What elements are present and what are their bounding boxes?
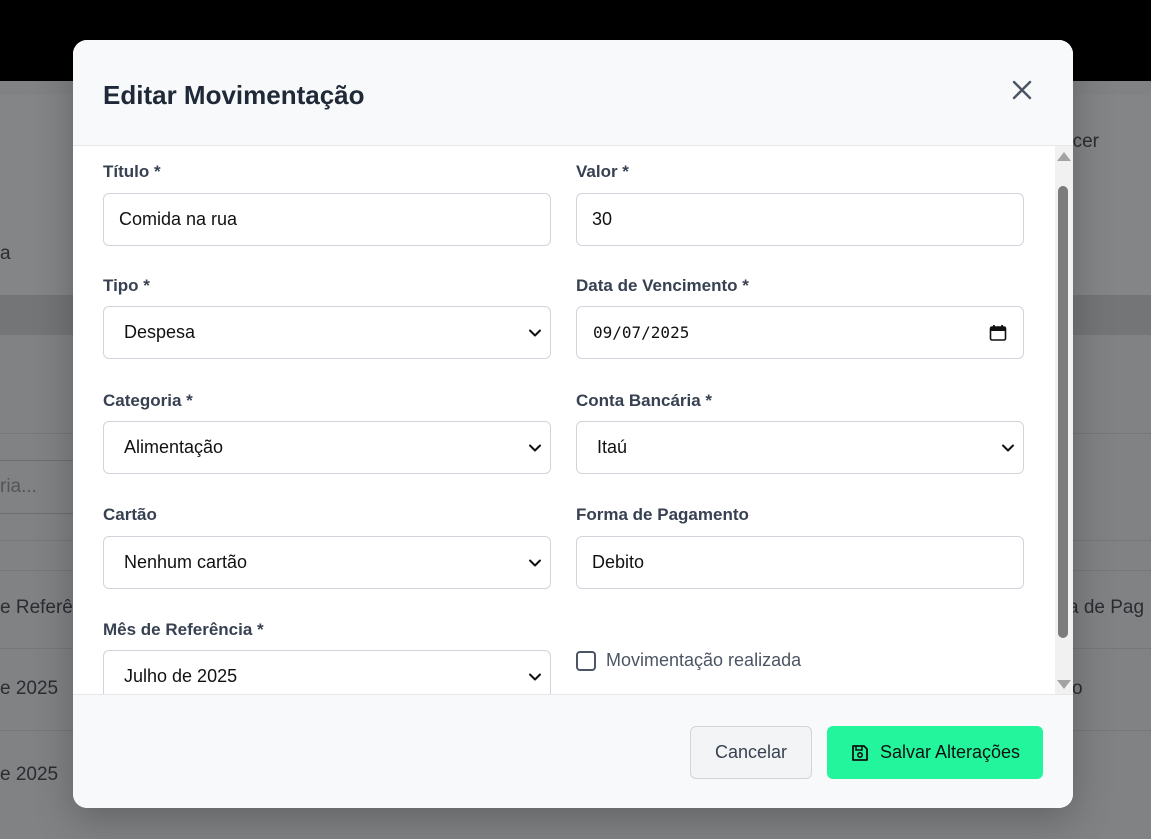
data-vencimento-input[interactable]: 09/07/2025 <box>576 306 1024 359</box>
chevron-down-icon <box>529 329 541 337</box>
modal-title: Editar Movimentação <box>103 80 365 110</box>
data-vencimento-value: 09/07/2025 <box>593 323 690 342</box>
chevron-down-icon <box>529 673 541 681</box>
field-categoria: Categoria * Alimentação <box>103 391 551 474</box>
background-search-placeholder: ria... <box>0 476 37 497</box>
mes-referencia-select[interactable]: Julho de 2025 <box>103 650 551 694</box>
chevron-down-icon <box>529 444 541 452</box>
save-button-label: Salvar Alterações <box>879 742 1021 762</box>
save-button[interactable]: Salvar Alterações <box>827 726 1043 779</box>
cartao-value: Nenhum cartão <box>124 552 248 572</box>
field-cartao: Cartão Nenhum cartão <box>103 505 551 589</box>
conta-bancaria-label: Conta Bancária * <box>576 391 713 410</box>
field-forma-pagamento: Forma de Pagamento Debito <box>576 505 1024 589</box>
movimentacao-realizada-checkbox[interactable] <box>576 650 596 671</box>
edit-transaction-modal: Editar Movimentação Título * Comida na r… <box>73 40 1073 808</box>
valor-label: Valor * <box>576 162 629 181</box>
conta-bancaria-value: Itaú <box>597 437 628 457</box>
field-tipo: Tipo * Despesa <box>103 276 551 359</box>
background-column-header: e Referên <box>0 597 84 618</box>
titulo-input[interactable]: Comida na rua <box>103 193 551 246</box>
titulo-value: Comida na rua <box>119 209 238 229</box>
field-data-vencimento: Data de Vencimento * 09/07/2025 <box>576 276 1024 359</box>
tipo-select[interactable]: Despesa <box>103 306 551 359</box>
forma-pagamento-input[interactable]: Debito <box>576 536 1024 589</box>
chevron-down-icon <box>529 559 541 567</box>
forma-pagamento-value: Debito <box>592 552 645 572</box>
cancel-button-label: Cancelar <box>714 742 788 762</box>
titulo-label: Título * <box>103 162 161 181</box>
background-cell: o <box>1072 678 1083 699</box>
calendar-icon[interactable] <box>989 324 1007 342</box>
field-valor: Valor * 30 <box>576 162 1024 246</box>
background-column-header: a de Pag <box>1068 597 1145 618</box>
data-vencimento-label: Data de Vencimento * <box>576 276 749 295</box>
categoria-value: Alimentação <box>124 437 224 457</box>
field-conta-bancaria: Conta Bancária * Itaú <box>576 391 1024 474</box>
valor-value: 30 <box>592 209 613 229</box>
mes-referencia-value: Julho de 2025 <box>124 666 238 686</box>
cartao-label: Cartão <box>103 505 157 524</box>
close-icon <box>1012 80 1032 100</box>
movimentacao-realizada-checkbox-row[interactable]: Movimentação realizada <box>576 650 801 671</box>
cartao-select[interactable]: Nenhum cartão <box>103 536 551 589</box>
background-cell: e 2025 <box>0 764 59 785</box>
scroll-up-arrow-icon[interactable] <box>1057 152 1071 161</box>
categoria-label: Categoria * <box>103 391 193 410</box>
field-mes-referencia: Mês de Referência * Julho de 2025 <box>103 620 551 694</box>
scroll-down-arrow-icon[interactable] <box>1057 680 1071 689</box>
tipo-label: Tipo * <box>103 276 150 295</box>
chevron-down-icon <box>1002 444 1014 452</box>
forma-pagamento-label: Forma de Pagamento <box>576 505 749 524</box>
scrollbar-thumb[interactable] <box>1058 186 1068 638</box>
save-icon <box>852 744 868 761</box>
valor-input[interactable]: 30 <box>576 193 1024 246</box>
field-titulo: Título * Comida na rua <box>103 162 551 246</box>
close-button[interactable] <box>1008 76 1036 104</box>
categoria-select[interactable]: Alimentação <box>103 421 551 474</box>
conta-bancaria-select[interactable]: Itaú <box>576 421 1024 474</box>
mes-referencia-label: Mês de Referência * <box>103 620 264 639</box>
cancel-button[interactable]: Cancelar <box>690 726 812 779</box>
modal-header: Editar Movimentação <box>73 40 1073 146</box>
background-label-text: a <box>0 243 11 264</box>
tipo-value: Despesa <box>124 322 196 342</box>
movimentacao-realizada-label: Movimentação realizada <box>606 650 802 670</box>
modal-footer: Cancelar Salvar Alterações <box>73 694 1073 808</box>
modal-body: Título * Comida na rua Valor * 30 Tipo *… <box>73 146 1073 694</box>
background-cell: e 2025 <box>0 678 59 699</box>
